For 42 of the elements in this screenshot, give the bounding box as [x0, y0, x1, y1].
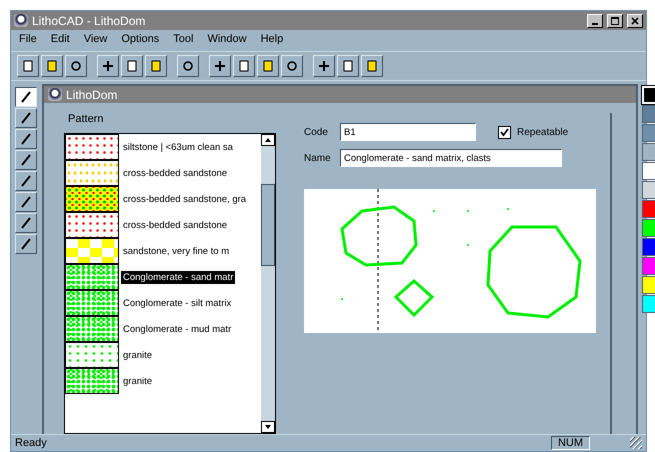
name-label: Name — [304, 152, 332, 164]
code-field[interactable]: B1 — [340, 123, 476, 141]
scroll-down-button[interactable] — [261, 421, 275, 433]
minimize-button[interactable] — [587, 14, 603, 28]
pattern-item[interactable]: Conglomerate - mud matr — [121, 322, 234, 336]
down-arrow-icon — [265, 425, 271, 429]
menu-item[interactable]: Tool — [173, 33, 194, 48]
menu-item[interactable]: Help — [260, 33, 284, 48]
scrollbar[interactable] — [261, 134, 275, 433]
pattern-item[interactable]: granite — [121, 374, 154, 388]
pattern-label: Pattern — [68, 113, 104, 125]
num-lock-indicator: NUM — [550, 436, 590, 450]
app-icon — [48, 88, 62, 101]
maximize-icon — [611, 16, 619, 24]
menu-item[interactable]: Options — [121, 33, 160, 48]
name-field[interactable]: Conglomerate - sand matrix, clasts — [340, 149, 562, 167]
child-window-title: LithoDom — [66, 88, 118, 102]
resize-grip[interactable] — [630, 437, 642, 449]
pattern-item[interactable]: sandstone, very fine to m — [121, 244, 232, 258]
scroll-up-button[interactable] — [261, 134, 275, 146]
pattern-item[interactable]: cross-bedded sandstone — [121, 166, 230, 180]
pattern-item[interactable]: granite — [121, 348, 154, 362]
pattern-item[interactable]: cross-bedded sandstone, gra — [121, 192, 248, 206]
up-arrow-icon — [265, 138, 271, 142]
close-button[interactable] — [627, 14, 643, 28]
status-text: Ready — [15, 437, 47, 449]
minimize-icon — [592, 22, 598, 24]
code-label: Code — [304, 126, 329, 138]
maximize-button[interactable] — [607, 14, 623, 28]
pattern-item[interactable]: Conglomerate - silt matrix — [121, 296, 234, 310]
menu-item[interactable]: View — [84, 33, 108, 48]
app-icon — [14, 14, 28, 27]
pattern-item[interactable]: siltstone | <63um clean sa — [121, 140, 235, 154]
menu-item[interactable]: Edit — [50, 33, 70, 48]
menu-item[interactable]: Window — [207, 33, 247, 48]
menu-item[interactable]: File — [19, 33, 37, 48]
pattern-item[interactable]: Conglomerate - sand matr — [121, 270, 236, 284]
repeatable-label: Repeatable — [517, 126, 568, 138]
close-icon — [631, 16, 639, 24]
pattern-item[interactable]: cross-bedded sandstone — [121, 218, 230, 232]
window-title: LithoCAD - LithoDom — [32, 14, 146, 28]
repeatable-checkbox[interactable] — [498, 126, 511, 138]
